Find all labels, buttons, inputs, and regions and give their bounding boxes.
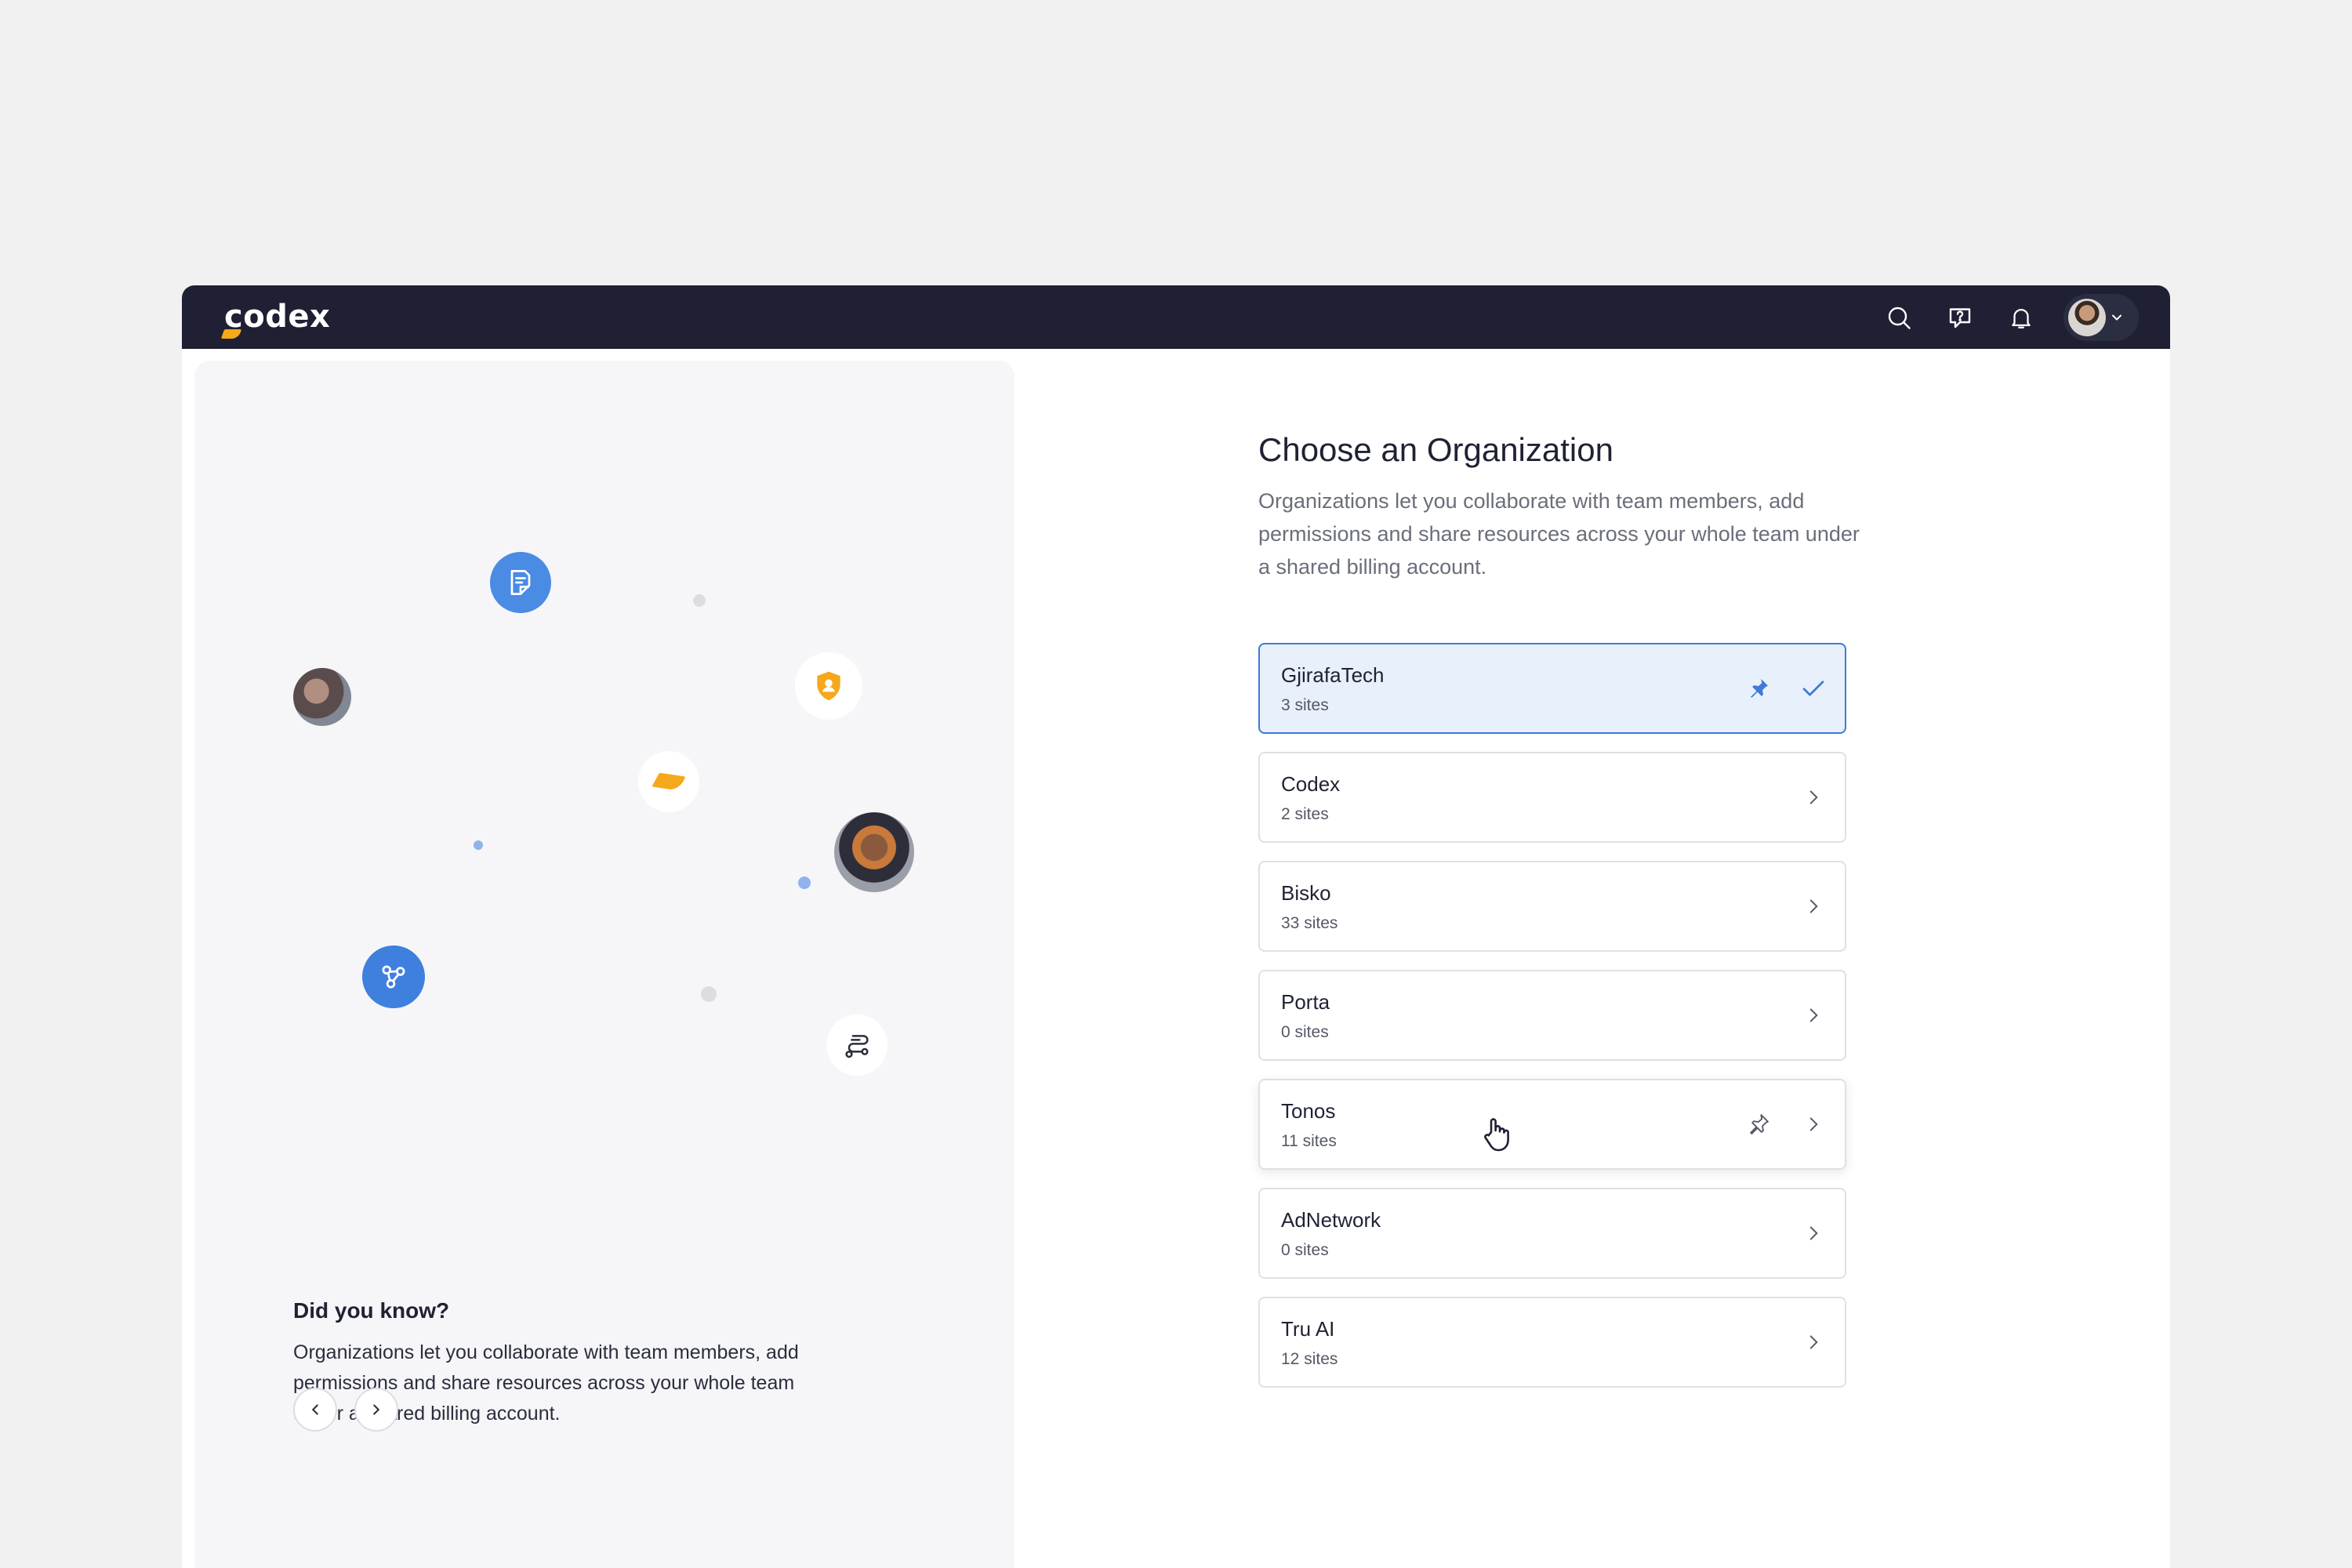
org-item-adnetwork[interactable]: AdNetwork 0 sites xyxy=(1258,1188,1846,1279)
page-title: Choose an Organization xyxy=(1258,431,1613,468)
decorative-dot xyxy=(693,594,706,607)
codex-logo[interactable]: codex xyxy=(216,293,330,340)
org-site-count: 33 sites xyxy=(1281,914,1338,932)
org-name: Bisko xyxy=(1281,881,1331,905)
org-name: Porta xyxy=(1281,990,1330,1014)
decorative-dot xyxy=(701,986,717,1002)
person-avatar-small xyxy=(293,668,351,726)
check-icon xyxy=(1796,671,1831,706)
org-site-count: 0 sites xyxy=(1281,1023,1329,1041)
carousel-next-button[interactable] xyxy=(354,1388,398,1432)
org-item-codex[interactable]: Codex 2 sites xyxy=(1258,752,1846,843)
chevron-right-icon xyxy=(373,1404,380,1415)
shield-user-bubble-icon xyxy=(795,652,862,720)
chevron-down-icon xyxy=(2112,314,2122,321)
org-name: Tonos xyxy=(1281,1099,1336,1123)
chevron-right-icon xyxy=(1796,889,1831,924)
decorative-dot xyxy=(798,877,811,889)
carousel-prev-button[interactable] xyxy=(293,1388,337,1432)
top-navigation-bar: codex xyxy=(182,285,2170,349)
user-avatar xyxy=(2068,298,2106,336)
logo-mark xyxy=(220,329,242,339)
search-icon[interactable] xyxy=(1880,299,1918,336)
org-item-bisko[interactable]: Bisko 33 sites xyxy=(1258,861,1846,952)
codex-mark-bubble-icon xyxy=(638,751,699,812)
document-bubble-icon xyxy=(490,552,551,613)
org-site-count: 0 sites xyxy=(1281,1241,1329,1259)
user-menu[interactable] xyxy=(2063,293,2139,341)
org-item-gjirafatech[interactable]: GjirafaTech 3 sites xyxy=(1258,643,1846,734)
org-item-tru-ai[interactable]: Tru AI 12 sites xyxy=(1258,1297,1846,1388)
chevron-right-icon xyxy=(1796,1107,1831,1142)
org-name: Codex xyxy=(1281,772,1341,796)
top-actions xyxy=(1880,285,2139,349)
org-name: AdNetwork xyxy=(1281,1208,1381,1232)
org-item-tonos[interactable]: Tonos 11 sites xyxy=(1258,1079,1846,1170)
info-panel: Did you know? Organizations let you coll… xyxy=(194,361,1014,1568)
org-item-porta[interactable]: Porta 0 sites xyxy=(1258,970,1846,1061)
chevron-left-icon xyxy=(311,1404,318,1415)
chevron-right-icon xyxy=(1796,1325,1831,1359)
did-you-know-title: Did you know? xyxy=(293,1298,450,1323)
bell-icon[interactable] xyxy=(2002,299,2040,336)
org-site-count: 2 sites xyxy=(1281,805,1329,823)
decorative-dot xyxy=(474,840,483,850)
app-window: codex Did you know? Organizations let yo… xyxy=(182,285,2170,1568)
org-name: Tru AI xyxy=(1281,1317,1335,1341)
workflow-bubble-icon xyxy=(826,1014,887,1076)
hand-cursor-icon xyxy=(1482,1116,1513,1152)
chevron-right-icon xyxy=(1796,1216,1831,1250)
person-avatar-large xyxy=(834,812,914,892)
organization-list: GjirafaTech 3 sites Codex 2 sites Bisko … xyxy=(1258,643,1846,1406)
org-site-count: 11 sites xyxy=(1281,1132,1337,1150)
codex-mark-shape xyxy=(652,772,686,791)
chevron-right-icon xyxy=(1796,998,1831,1033)
chevron-right-icon xyxy=(1796,780,1831,815)
org-site-count: 3 sites xyxy=(1281,696,1329,714)
org-site-count: 12 sites xyxy=(1281,1350,1338,1368)
page-description: Organizations let you collaborate with t… xyxy=(1258,489,1860,579)
help-chat-icon[interactable] xyxy=(1941,299,1979,336)
share-nodes-bubble-icon xyxy=(362,946,425,1008)
pin-filled-icon[interactable] xyxy=(1741,671,1776,706)
org-name: GjirafaTech xyxy=(1281,663,1385,687)
pin-outline-icon[interactable] xyxy=(1741,1107,1776,1142)
